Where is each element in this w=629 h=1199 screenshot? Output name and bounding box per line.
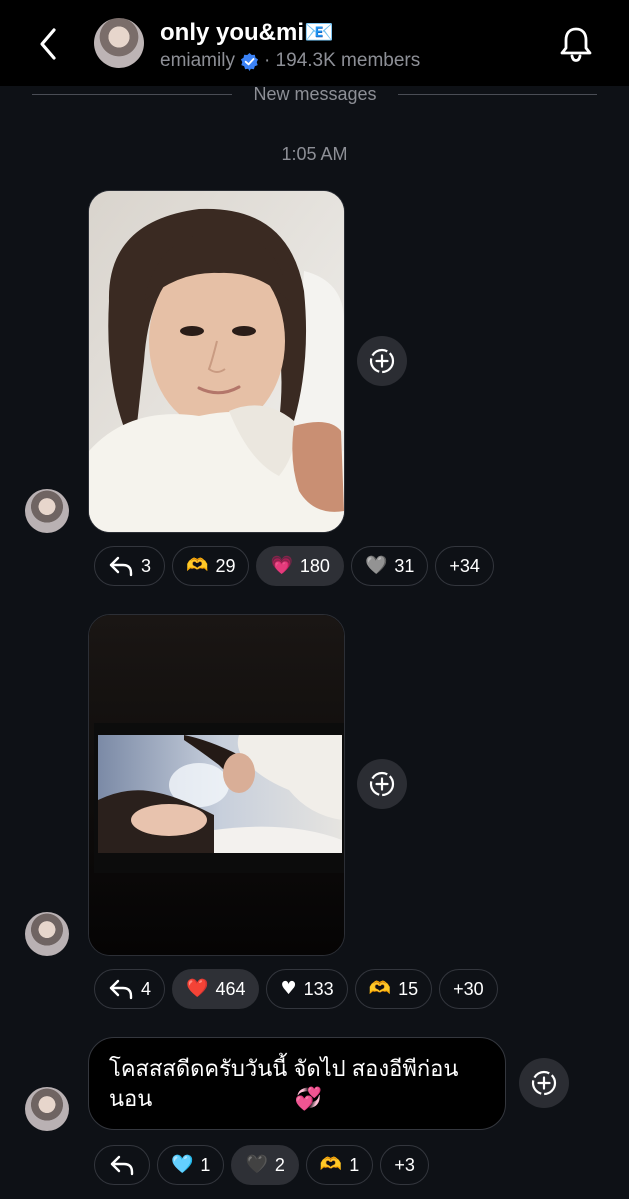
reaction-bar: 🩵 1 🖤 2 🫶 1 +3 [94, 1145, 429, 1185]
heart-hands-emoji: 🫶 [186, 555, 209, 576]
reaction-chip[interactable]: 🫶 29 [172, 546, 250, 586]
reaction-chip-selected[interactable]: 🖤 2 [231, 1145, 299, 1185]
more-reactions-chip[interactable]: +34 [435, 546, 494, 586]
reaction-count: 2 [274, 1154, 285, 1175]
reply-chip[interactable]: 3 [94, 546, 166, 586]
divider-line [32, 94, 232, 95]
verified-badge-icon [240, 52, 259, 71]
add-circle-icon [369, 771, 395, 797]
save-to-collection-button[interactable] [357, 759, 407, 809]
grey-heart-emoji: 🩶 [364, 555, 388, 576]
reaction-chip[interactable]: 🫶 15 [354, 969, 433, 1009]
reaction-count: 1 [200, 1154, 211, 1175]
save-to-collection-button[interactable] [519, 1058, 569, 1108]
channel-title[interactable]: only you&mi📧 [160, 18, 334, 47]
reply-icon [109, 556, 133, 577]
chevron-left-icon [40, 28, 56, 60]
photo-message-selfie[interactable] [88, 190, 345, 533]
new-messages-divider: New messages [0, 82, 629, 106]
save-to-collection-button[interactable] [357, 336, 407, 386]
revolving-hearts-emoji: 💞 [294, 1087, 322, 1112]
reaction-count: 1 [349, 1154, 360, 1175]
reply-count: 3 [141, 555, 152, 576]
more-reactions-count: +30 [453, 978, 484, 999]
red-heart-emoji: ❤️ [186, 978, 209, 999]
reaction-chip[interactable]: 🩶 31 [350, 546, 429, 586]
add-circle-icon [369, 348, 395, 374]
more-reactions-count: +3 [394, 1154, 415, 1175]
reaction-chip-selected[interactable]: ❤️ 464 [172, 969, 260, 1009]
black-heart-emoji: 🖤 [245, 1154, 268, 1175]
sender-avatar[interactable] [25, 912, 69, 956]
bell-icon [560, 27, 592, 62]
reaction-count: 464 [215, 978, 246, 999]
add-circle-icon [531, 1070, 557, 1096]
reply-count: 4 [141, 978, 152, 999]
divider-line [398, 94, 597, 95]
message-timestamp: 1:05 AM [281, 144, 348, 164]
channel-avatar[interactable] [94, 18, 144, 68]
reply-icon [109, 979, 133, 1000]
reaction-chip-selected[interactable]: 💗 180 [256, 546, 344, 586]
reaction-count: 15 [398, 978, 419, 999]
reply-icon [110, 1155, 134, 1176]
reaction-bar: 4 ❤️ 464 ♥ 133 🫶 15 +30 [94, 969, 498, 1009]
reaction-count: 133 [303, 978, 334, 999]
reply-chip[interactable]: 4 [94, 969, 166, 1009]
heart-hands-emoji: 🫶 [368, 978, 392, 999]
member-count: · 194.3K members [263, 50, 421, 71]
sender-avatar[interactable] [25, 489, 69, 533]
heart-hands-emoji: 🫶 [319, 1154, 343, 1175]
more-reactions-chip[interactable]: +30 [439, 969, 498, 1009]
reaction-chip[interactable]: 🩵 1 [157, 1145, 225, 1185]
message-text-line-2: นอน 💞 [109, 1086, 322, 1112]
white-heart-emoji: ♥ [280, 978, 297, 999]
photo-message-tv[interactable] [88, 614, 345, 956]
reaction-count: 29 [215, 555, 236, 576]
more-reactions-count: +34 [449, 555, 480, 576]
sender-avatar[interactable] [25, 1087, 69, 1131]
channel-screen: only you&mi📧 emiamily · 194.3K members N… [0, 0, 629, 1199]
channel-subtitle: emiamily · 194.3K members [160, 50, 420, 72]
reaction-bar: 3 🫶 29 💗 180 🩶 31 +34 [94, 546, 494, 586]
tv-screen-photo-image [89, 615, 344, 955]
new-messages-label: New messages [253, 84, 377, 104]
reaction-count: 180 [299, 555, 330, 576]
more-reactions-chip[interactable]: +3 [380, 1145, 429, 1185]
notifications-button[interactable] [557, 24, 595, 64]
blue-heart-emoji: 🩵 [171, 1154, 194, 1175]
reaction-count: 31 [394, 555, 415, 576]
text-message[interactable]: โคสสสดีดครับวันนี้ จัดไป สองอีพีก่อน นอน… [88, 1037, 506, 1130]
pink-heart-emoji: 💗 [270, 555, 293, 576]
message-text-line: โคสสสดีดครับวันนี้ จัดไป สองอีพีก่อน [109, 1056, 459, 1081]
back-button[interactable] [32, 24, 66, 64]
selfie-photo-image [89, 191, 344, 532]
reaction-chip[interactable]: 🫶 1 [305, 1145, 374, 1185]
channel-header: only you&mi📧 emiamily · 194.3K members [0, 0, 629, 86]
channel-username[interactable]: emiamily [160, 50, 235, 72]
reply-chip[interactable] [94, 1145, 150, 1185]
reaction-chip[interactable]: ♥ 133 [266, 969, 348, 1009]
